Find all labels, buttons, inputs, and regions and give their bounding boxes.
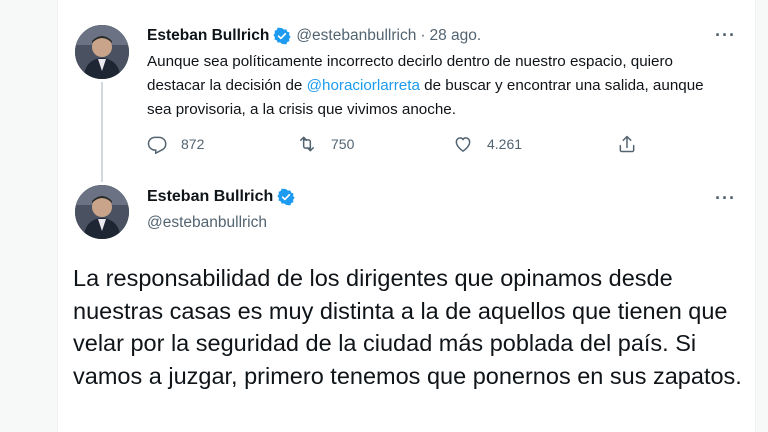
tweet-text: La responsabilidad de los dirigentes que…	[73, 265, 742, 389]
separator-dot: ·	[420, 27, 426, 44]
frame-left-gutter	[0, 0, 58, 432]
display-name-row: Esteban Bullrich	[147, 188, 295, 206]
timestamp[interactable]: 28 ago.	[429, 27, 481, 45]
more-icon[interactable]: ···	[715, 26, 736, 44]
reply-count: 872	[181, 136, 205, 152]
retweet-icon	[300, 136, 314, 152]
like-count: 4.261	[487, 136, 523, 152]
like-icon	[455, 137, 471, 152]
like-button[interactable]: 4.261	[453, 134, 522, 154]
verified-badge-icon	[273, 27, 291, 45]
reply-icon	[147, 136, 167, 154]
handle[interactable]: @estebanbullrich	[147, 214, 267, 232]
reply-button[interactable]: 872	[147, 134, 204, 154]
tweet-text: Aunque sea políticamente incorrecto deci…	[147, 50, 732, 122]
display-name[interactable]: Esteban Bullrich	[147, 27, 269, 45]
mention-link[interactable]: @horaciorlarreta	[307, 77, 420, 94]
handle[interactable]: @estebanbullrich	[296, 27, 416, 45]
tweet-actions: 872 750 4.261	[147, 134, 647, 158]
verified-badge-icon	[277, 188, 295, 206]
tweet-header: Esteban Bullrich @estebanbullrich · 28 a…	[147, 27, 481, 45]
avatar[interactable]	[75, 185, 129, 239]
display-name[interactable]: Esteban Bullrich	[147, 188, 273, 206]
share-icon	[619, 135, 635, 153]
avatar[interactable]	[75, 25, 129, 79]
share-button[interactable]	[617, 134, 651, 154]
retweet-button[interactable]: 750	[297, 134, 354, 154]
more-icon[interactable]: ···	[715, 189, 736, 207]
frame-right-gutter	[755, 0, 768, 432]
thread-connector-line	[101, 82, 103, 182]
retweet-count: 750	[331, 136, 355, 152]
